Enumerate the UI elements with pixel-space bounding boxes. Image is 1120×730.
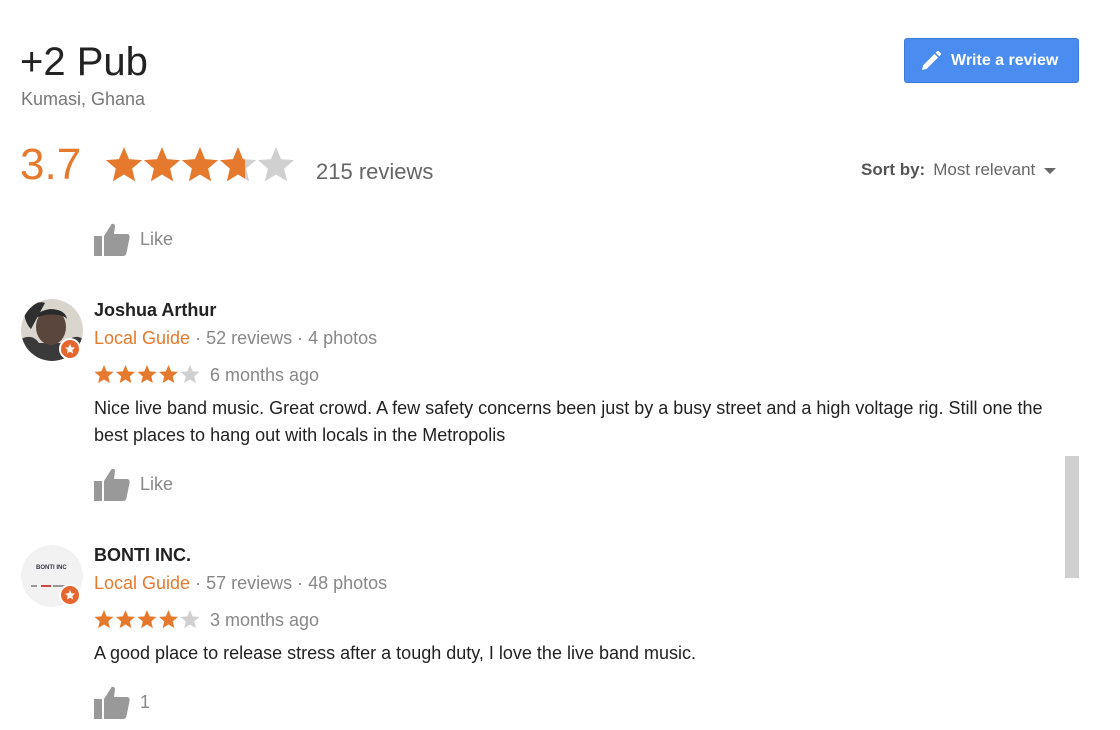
star-4-icon [158, 610, 179, 629]
like-count: 1 [140, 691, 151, 712]
star-4-icon [158, 365, 179, 384]
local-guide-label[interactable]: Local Guide [94, 328, 190, 348]
star-1-icon [94, 365, 114, 384]
average-rating-stars [105, 143, 306, 192]
review-text: A good place to release stress after a t… [94, 643, 697, 663]
star-4-icon [219, 147, 257, 182]
review-rating-row: 3 months ago [94, 609, 319, 631]
star-1-icon [94, 610, 114, 629]
like-label: Like [140, 473, 174, 494]
star-3-icon [181, 147, 219, 182]
like-button[interactable]: 1 [94, 685, 150, 719]
local-guide-badge-icon [59, 338, 81, 360]
write-review-label: Write a review [951, 51, 1059, 69]
star-5-icon [180, 610, 200, 629]
star-5-icon [180, 365, 200, 384]
pencil-icon [922, 50, 942, 70]
write-review-button[interactable]: Write a review [904, 38, 1079, 83]
review-rating-row: 6 months ago [94, 364, 319, 386]
like-label: Like [140, 228, 174, 249]
scrollbar-thumb[interactable] [1065, 456, 1079, 578]
sort-value: Most relevant [933, 160, 1036, 179]
like-button[interactable]: Like [94, 222, 173, 256]
review-time: 6 months ago [210, 364, 320, 385]
reviewer-meta: Local Guide · 52 reviews · 4 photos [94, 328, 377, 349]
local-guide-label[interactable]: Local Guide [94, 573, 190, 593]
review-text: Nice live band music. Great crowd. A few… [94, 398, 1043, 445]
place-location: Kumasi, Ghana [21, 89, 146, 109]
place-title: +2 Pub [20, 40, 148, 84]
review-stars [94, 610, 200, 629]
thumbs-up-icon [94, 223, 130, 256]
review-stars [94, 365, 200, 384]
reviewer-stats: · 57 reviews · 48 photos [190, 573, 388, 593]
svg-text:BONTI INC: BONTI INC [36, 565, 67, 571]
caret-down-icon [1044, 168, 1057, 174]
reviewer-avatar[interactable] [21, 299, 85, 363]
sort-label: Sort by: [861, 160, 926, 179]
sort-dropdown[interactable]: Sort by: Most relevant [861, 160, 1057, 180]
reviewer-name[interactable]: BONTI INC. [94, 545, 191, 566]
star-1-icon [105, 147, 143, 182]
review-count: 215 reviews [316, 159, 434, 184]
star-3-icon [137, 365, 157, 384]
star-2-icon [115, 365, 136, 384]
average-rating: 3.7 [20, 140, 82, 189]
reviewer-stats: · 52 reviews · 4 photos [190, 328, 378, 348]
thumbs-up-icon [94, 468, 130, 501]
star-2-icon [115, 610, 136, 629]
star-2-icon [143, 147, 181, 182]
reviewer-meta: Local Guide · 57 reviews · 48 photos [94, 573, 387, 594]
local-guide-badge-icon [59, 584, 81, 606]
review-time: 3 months ago [210, 609, 320, 630]
thumbs-up-icon [94, 686, 130, 719]
like-button[interactable]: Like [94, 467, 173, 501]
star-3-icon [137, 610, 157, 629]
star-5-icon [257, 147, 295, 182]
reviewer-avatar[interactable]: BONTI INC [21, 545, 85, 609]
reviewer-name[interactable]: Joshua Arthur [94, 300, 216, 321]
